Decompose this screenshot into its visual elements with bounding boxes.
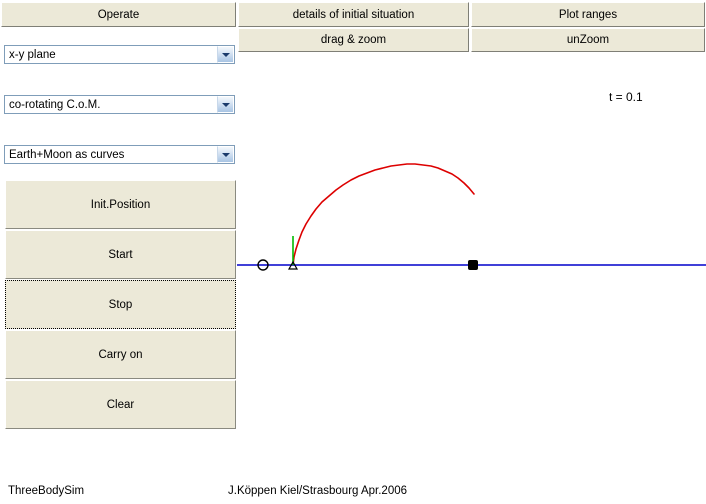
display-mode-value: Earth+Moon as curves <box>9 148 125 161</box>
button-unzoom[interactable]: unZoom <box>471 28 705 52</box>
drag-zoom-label: drag & zoom <box>320 34 387 46</box>
reference-frame-select[interactable]: co-rotating C.o.M. <box>4 95 235 114</box>
chevron-down-icon[interactable] <box>217 96 234 113</box>
tab-details-of-initial-situation[interactable]: details of initial situation <box>238 2 469 27</box>
tab-operate[interactable]: Operate <box>1 2 236 27</box>
carry-on-label: Carry on <box>98 348 143 361</box>
projection-plane-select[interactable]: x-y plane <box>4 45 235 64</box>
display-mode-select[interactable]: Earth+Moon as curves <box>4 145 235 164</box>
unzoom-label: unZoom <box>566 34 610 46</box>
chevron-down-icon[interactable] <box>217 46 234 63</box>
tab-details-label: details of initial situation <box>292 8 415 21</box>
init-position-label: Init.Position <box>90 198 151 211</box>
app-credit-label: J.Köppen Kiel/Strasbourg Apr.2006 <box>228 485 408 497</box>
three-body-sim-window: Operate details of initial situation Plo… <box>0 0 706 504</box>
clear-button[interactable]: Clear <box>5 380 236 429</box>
tab-plot-ranges-label: Plot ranges <box>558 8 618 21</box>
projection-plane-value: x-y plane <box>9 48 56 61</box>
trajectory-curve <box>292 163 475 266</box>
tab-plot-ranges[interactable]: Plot ranges <box>471 2 705 27</box>
plot-svg <box>237 163 706 271</box>
simulation-plot-canvas[interactable]: t = 0.1 <box>237 54 706 472</box>
simulation-time-label: t = 0.1 <box>609 90 643 104</box>
app-name-label: ThreeBodySim <box>8 485 85 497</box>
chevron-down-icon[interactable] <box>217 146 234 163</box>
clear-label: Clear <box>106 398 135 411</box>
init-position-button[interactable]: Init.Position <box>5 180 236 229</box>
filled-square-body <box>468 260 478 270</box>
start-label: Start <box>108 248 133 261</box>
stop-label: Stop <box>108 298 133 311</box>
plot-series-group <box>237 163 706 266</box>
carry-on-button[interactable]: Carry on <box>5 330 236 379</box>
reference-frame-value: co-rotating C.o.M. <box>9 98 101 111</box>
tab-operate-label: Operate <box>97 8 140 21</box>
stop-button[interactable]: Stop <box>5 280 236 329</box>
button-drag-and-zoom[interactable]: drag & zoom <box>238 28 469 52</box>
start-button[interactable]: Start <box>5 230 236 279</box>
